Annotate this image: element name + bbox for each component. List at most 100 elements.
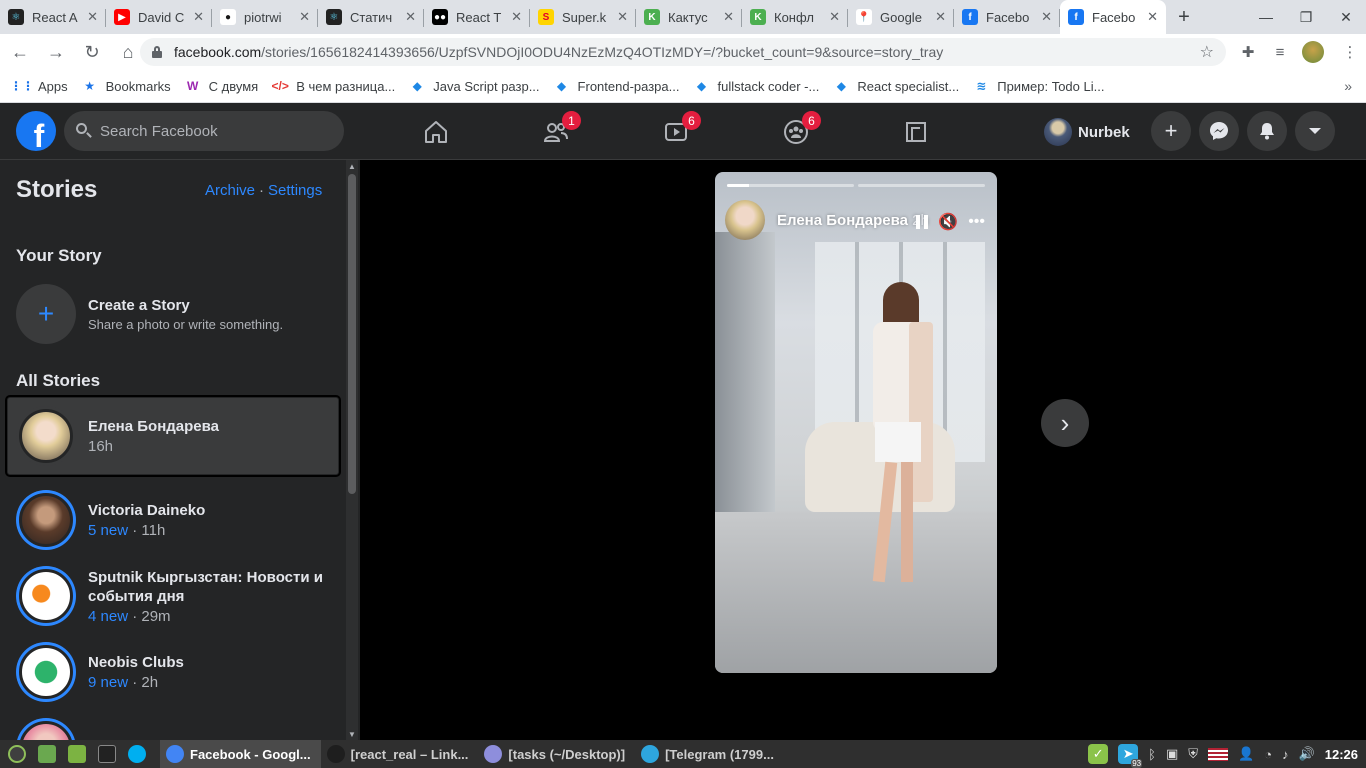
clipboard-icon[interactable]: ▣: [1166, 746, 1178, 762]
tab-close-icon[interactable]: ✕: [87, 9, 98, 25]
shield-icon[interactable]: ⛨: [1188, 746, 1198, 762]
story-item[interactable]: Avril Lavigne: [8, 710, 338, 740]
close-icon[interactable]: ✕: [1326, 0, 1366, 34]
tab-close-icon[interactable]: ✕: [1041, 9, 1052, 25]
keyboard-layout-flag-icon[interactable]: [1208, 747, 1229, 761]
tab-close-icon[interactable]: ✕: [723, 9, 734, 25]
browser-tab[interactable]: ⚛ Статич ✕: [318, 0, 424, 34]
os-menu-icon[interactable]: [4, 743, 30, 765]
settings-link[interactable]: Settings: [268, 182, 322, 199]
browser-tab[interactable]: ● piotrwi ✕: [212, 0, 318, 34]
bookmark-star-icon[interactable]: ☆: [1200, 42, 1214, 62]
show-desktop-icon[interactable]: [34, 743, 60, 765]
bookmark-item[interactable]: </> В чем разница...: [272, 78, 396, 94]
browser-tab[interactable]: K Конфл ✕: [742, 0, 848, 34]
browser-tab[interactable]: f Facebo ✕: [1060, 0, 1166, 34]
taskbar-window[interactable]: Facebook - Googl...: [160, 740, 321, 768]
browser-menu-icon[interactable]: ⋮: [1334, 36, 1366, 68]
story-author-name[interactable]: Елена Бондарева: [777, 212, 908, 229]
search-input[interactable]: [100, 122, 320, 140]
taskbar-window[interactable]: [tasks (~/Desktop)]: [478, 740, 635, 768]
update-icon[interactable]: ✓: [1088, 744, 1109, 764]
extensions-icon[interactable]: ✚: [1232, 36, 1264, 68]
search-box[interactable]: [64, 111, 344, 151]
user-icon[interactable]: 👤: [1238, 746, 1254, 762]
nav-watch[interactable]: 6: [620, 103, 732, 160]
browser-tab[interactable]: ▶ David C ✕: [106, 0, 212, 34]
bookmark-label: В чем разница...: [296, 78, 396, 94]
bookmark-item[interactable]: ≋ Пример: Todo Li...: [973, 78, 1104, 94]
back-icon[interactable]: ←: [4, 36, 36, 68]
pause-icon[interactable]: [916, 215, 929, 229]
new-tab-icon[interactable]: +: [1170, 0, 1198, 34]
tab-close-icon[interactable]: ✕: [935, 9, 946, 25]
story-item[interactable]: Елена Бондарева 16h: [5, 395, 341, 477]
scroll-down-icon[interactable]: ▼: [346, 728, 358, 740]
tab-close-icon[interactable]: ✕: [1147, 9, 1158, 25]
tab-close-icon[interactable]: ✕: [193, 9, 204, 25]
bookmark-item[interactable]: ★ Bookmarks: [82, 78, 170, 94]
wifi-icon[interactable]: ◔: [1264, 747, 1272, 762]
reload-icon[interactable]: ↻: [76, 36, 108, 68]
bookmark-item[interactable]: ⋮⋮ Apps: [10, 78, 68, 94]
bookmark-item[interactable]: ◆ React specialist...: [833, 78, 960, 94]
terminal-icon[interactable]: [94, 743, 120, 765]
taskbar-window[interactable]: [react_real – Link...: [321, 740, 479, 768]
skype-icon[interactable]: [124, 743, 150, 765]
tab-title: Facebo: [986, 9, 1030, 25]
browser-tab[interactable]: ⚛ React A ✕: [0, 0, 106, 34]
notifications-button[interactable]: [1247, 111, 1287, 151]
story-name: Елена Бондарева: [88, 418, 219, 435]
tab-close-icon[interactable]: ✕: [829, 9, 840, 25]
tab-close-icon[interactable]: ✕: [511, 9, 522, 25]
address-bar[interactable]: facebook.com/stories/1656182414393656/Uz…: [140, 38, 1226, 66]
files-icon[interactable]: [64, 743, 90, 765]
tab-close-icon[interactable]: ✕: [299, 9, 310, 25]
facebook-logo[interactable]: f: [16, 111, 56, 151]
bookmark-item[interactable]: ◆ fullstack coder -...: [693, 78, 820, 94]
nav-gaming[interactable]: [860, 103, 972, 160]
browser-tab[interactable]: 📍 Google ✕: [848, 0, 954, 34]
story-time: 2h: [141, 674, 159, 691]
create-story-button[interactable]: + Create a Story Share a photo or write …: [16, 284, 336, 344]
messenger-button[interactable]: [1199, 111, 1239, 151]
more-bookmarks-icon[interactable]: »: [1344, 78, 1352, 94]
tab-close-icon[interactable]: ✕: [617, 9, 628, 25]
archive-link[interactable]: Archive: [205, 182, 255, 199]
bluetooth-icon[interactable]: ᛒ: [1148, 747, 1156, 762]
profile-link[interactable]: Nurbek: [1040, 115, 1138, 149]
taskbar-window[interactable]: [Telegram (1799...: [635, 740, 784, 768]
nav-friends[interactable]: 1: [500, 103, 612, 160]
story-item[interactable]: Neobis Clubs 9 new · 2h: [8, 634, 338, 710]
volume-icon[interactable]: 🔊: [1299, 746, 1315, 762]
story-card[interactable]: Елена Бондарева 2h 🔇 •••: [715, 172, 997, 673]
browser-tab[interactable]: K Кактус ✕: [636, 0, 742, 34]
nav-home[interactable]: [380, 103, 492, 160]
create-button[interactable]: +: [1151, 111, 1191, 151]
restore-icon[interactable]: ❐: [1286, 0, 1326, 34]
browser-profile-avatar[interactable]: [1302, 41, 1324, 63]
story-item[interactable]: Sputnik Кыргызстан: Новости и события дн…: [8, 558, 338, 634]
scroll-up-icon[interactable]: ▲: [346, 160, 358, 172]
minimize-icon[interactable]: —: [1246, 0, 1286, 34]
browser-tab[interactable]: S Super.k ✕: [530, 0, 636, 34]
sidebar-scrollbar[interactable]: ▲ ▼: [346, 160, 358, 740]
browser-tab[interactable]: ●● React T ✕: [424, 0, 530, 34]
bookmark-item[interactable]: W С двумя: [185, 78, 258, 94]
forward-icon[interactable]: →: [40, 36, 72, 68]
music-icon[interactable]: ♪: [1282, 747, 1289, 762]
scrollbar-thumb[interactable]: [348, 174, 356, 494]
more-options-icon[interactable]: •••: [968, 213, 985, 231]
story-author-avatar[interactable]: [725, 200, 765, 240]
browser-tab[interactable]: f Facebo ✕: [954, 0, 1060, 34]
account-menu-button[interactable]: [1295, 111, 1335, 151]
nav-groups[interactable]: 6: [740, 103, 852, 160]
telegram-tray-icon[interactable]: ➤ 93: [1118, 744, 1143, 768]
story-item[interactable]: Victoria Daineko 5 new · 11h: [8, 482, 338, 558]
mute-icon[interactable]: 🔇: [938, 212, 958, 232]
bookmark-item[interactable]: ◆ Java Script разр...: [409, 78, 540, 94]
next-story-button[interactable]: ›: [1041, 399, 1089, 447]
bookmark-item[interactable]: ◆ Frontend-разра...: [554, 78, 680, 94]
tab-close-icon[interactable]: ✕: [405, 9, 416, 25]
reading-list-icon[interactable]: ≡: [1264, 36, 1296, 68]
